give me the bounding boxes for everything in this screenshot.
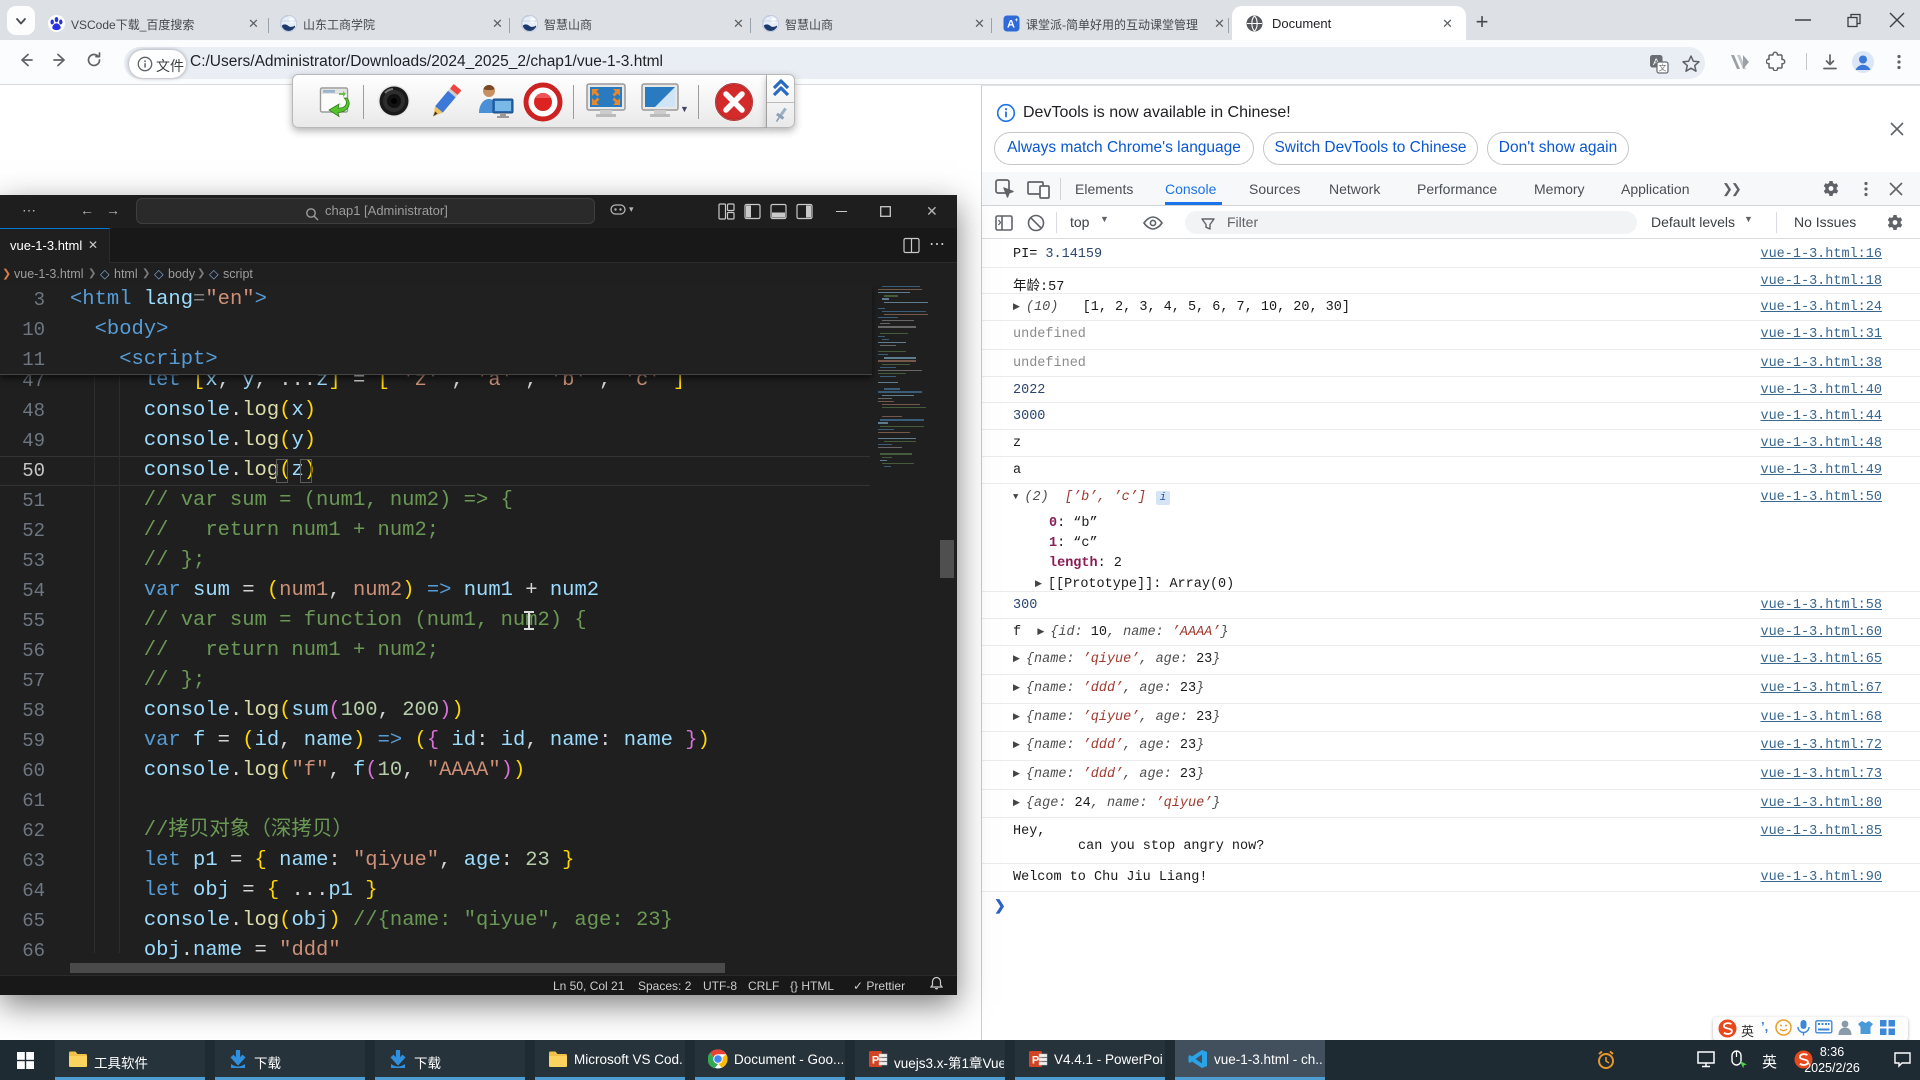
svg-text:P: P bbox=[872, 1055, 879, 1067]
svg-text:+: + bbox=[1015, 18, 1019, 24]
svg-text:P: P bbox=[1032, 1055, 1039, 1067]
svg-text:文: 文 bbox=[1659, 63, 1667, 73]
